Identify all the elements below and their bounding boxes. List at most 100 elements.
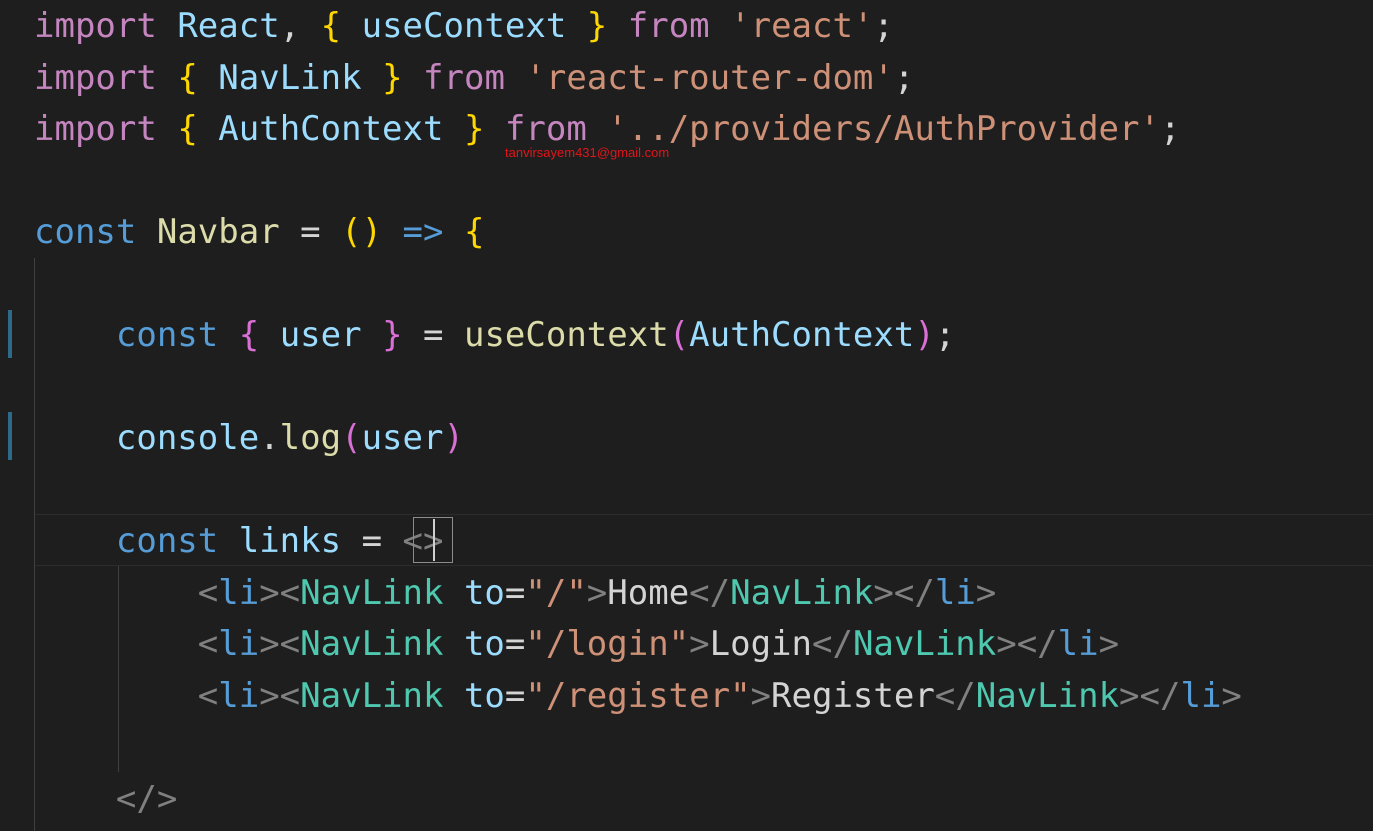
code-token: }	[382, 315, 403, 355]
code-token: Register	[771, 676, 935, 716]
code-token: {	[320, 6, 342, 46]
code-token: li	[218, 676, 260, 716]
code-token: >	[1221, 676, 1242, 716]
code-token: to	[463, 624, 505, 664]
code-token: li	[1057, 624, 1099, 664]
code-token: <	[197, 676, 219, 716]
code-token: >	[750, 676, 772, 716]
code-token: const	[115, 521, 219, 561]
code-token: import	[34, 58, 157, 98]
code-line[interactable]: </>	[34, 773, 177, 825]
code-token: {	[177, 109, 198, 149]
code-token: <	[197, 624, 219, 664]
code-token: =	[402, 315, 464, 355]
gutter-modified-marker	[8, 412, 12, 460]
code-token: from	[504, 109, 587, 149]
code-token: useContext	[361, 6, 567, 46]
text-cursor	[433, 519, 435, 561]
watermark-email: tanvirsayem431@gmail.com	[505, 145, 670, 160]
code-token: )	[443, 418, 464, 458]
code-line[interactable]: import { NavLink } from 'react-router-do…	[34, 52, 914, 104]
code-token: {	[238, 315, 260, 355]
code-token: </	[811, 624, 853, 664]
code-token: '../providers/AuthProvider'	[607, 109, 1160, 149]
code-token: NavLink	[975, 676, 1120, 716]
code-token: ><	[259, 624, 301, 664]
code-token: log	[279, 418, 342, 458]
code-token: ,	[279, 6, 321, 46]
code-token: from	[423, 58, 505, 98]
code-line[interactable]: const Navbar = () => {	[34, 206, 484, 258]
code-token: ><	[259, 573, 301, 613]
code-token: links	[238, 521, 342, 561]
code-token: Navbar	[156, 212, 280, 252]
code-token: NavLink	[730, 573, 874, 613]
code-token: AuthContext	[218, 109, 444, 149]
code-line[interactable]: <li><NavLink to="/register">Register</Na…	[34, 670, 1242, 722]
code-token: ></	[1119, 676, 1181, 716]
code-line[interactable]: const { user } = useContext(AuthContext)…	[34, 309, 955, 361]
code-token: li	[218, 624, 260, 664]
code-token: ;	[873, 6, 894, 46]
code-line[interactable]: const links = <>	[34, 515, 444, 567]
code-line[interactable]: import React, { useContext } from 'react…	[34, 0, 894, 52]
code-token: Home	[607, 573, 690, 613]
gutter-modified-marker	[8, 310, 12, 358]
code-token: NavLink	[218, 58, 362, 98]
code-token: }	[586, 6, 608, 46]
code-token: from	[627, 6, 710, 46]
code-token: >	[586, 573, 608, 613]
code-token: ;	[1159, 109, 1181, 149]
code-token: ><	[259, 676, 301, 716]
code-token: NavLink	[852, 624, 997, 664]
code-token: useContext	[463, 315, 669, 355]
code-token: >	[689, 624, 710, 664]
code-token: =	[504, 676, 526, 716]
code-token: </	[934, 676, 976, 716]
code-token: console	[115, 418, 260, 458]
code-token: ></	[873, 573, 935, 613]
code-token: NavLink	[300, 624, 444, 664]
code-token: ></	[996, 624, 1058, 664]
code-token: </>	[115, 779, 178, 819]
code-token: 'react'	[730, 6, 874, 46]
code-token: ;	[893, 58, 915, 98]
code-token: import	[34, 6, 157, 46]
code-line[interactable]: <li><NavLink to="/login">Login</NavLink>…	[34, 618, 1119, 670]
code-token: to	[463, 573, 505, 613]
code-token: li	[218, 573, 260, 613]
code-token: li	[1180, 676, 1222, 716]
code-token: }	[382, 58, 403, 98]
code-token: )	[914, 315, 935, 355]
code-token: }	[463, 109, 485, 149]
code-editor[interactable]: import React, { useContext } from 'react…	[0, 0, 1373, 831]
code-line[interactable]: console.log(user)	[34, 412, 464, 464]
code-token: "/register"	[525, 676, 751, 716]
code-token: NavLink	[300, 676, 444, 716]
code-token: React	[177, 6, 280, 46]
code-token: .	[259, 418, 280, 458]
code-token: Login	[709, 624, 812, 664]
code-token: =	[341, 521, 403, 561]
code-line[interactable]: <li><NavLink to="/">Home</NavLink></li>	[34, 567, 997, 619]
code-token: {	[463, 212, 485, 252]
